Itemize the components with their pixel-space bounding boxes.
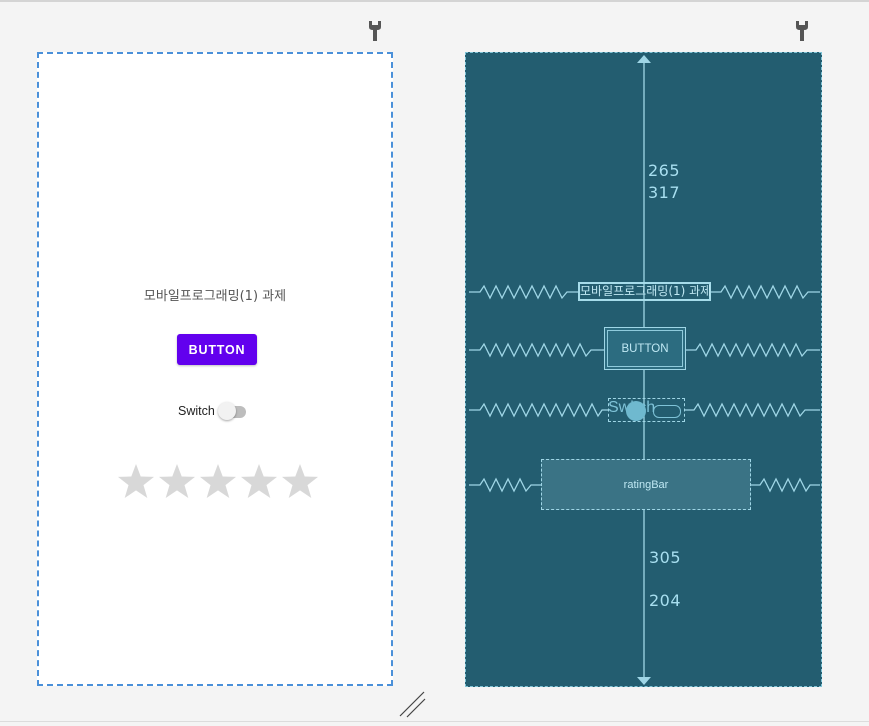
primary-button[interactable]: BUTTON (177, 334, 257, 365)
constraint-lines (469, 55, 820, 685)
wrench-icon[interactable] (367, 20, 383, 42)
blueprint-button-label: BUTTON (607, 330, 683, 367)
top-divider (0, 0, 869, 2)
rating-bar[interactable] (116, 462, 321, 502)
star-icon (241, 464, 277, 498)
star-icon (200, 464, 236, 498)
blueprint-switch-track (653, 405, 681, 418)
margin-bottom-label: 305 (649, 548, 682, 567)
switch-toggle[interactable] (218, 402, 246, 422)
blueprint-switch-thumb (626, 401, 646, 421)
blueprint-text-view[interactable]: 모바일프로그래밍(1) 과제 (578, 282, 711, 301)
resize-handle-icon[interactable] (398, 690, 426, 718)
blueprint-rating-bar[interactable]: ratingBar (541, 459, 751, 510)
star-icon (282, 464, 318, 498)
margin-bottom-label: 204 (649, 591, 682, 610)
switch-label: Switch (178, 404, 215, 418)
star-icon (118, 464, 154, 498)
bottom-divider (0, 721, 869, 722)
text-view[interactable]: 모바일프로그래밍(1) 과제 (39, 285, 391, 304)
wrench-icon[interactable] (794, 20, 810, 42)
arrow-down-icon (637, 677, 651, 685)
star-icon (159, 464, 195, 498)
blueprint-button[interactable]: BUTTON (604, 327, 686, 370)
blueprint-switch[interactable]: Switch (608, 398, 685, 422)
arrow-up-icon (637, 55, 651, 63)
blueprint-surface[interactable]: 265 317 305 204 모바일프로그래밍(1) 과제 BUTTON Sw… (465, 52, 822, 687)
design-surface[interactable]: 모바일프로그래밍(1) 과제 BUTTON Switch (37, 52, 393, 686)
switch-thumb (218, 402, 236, 420)
margin-top-label: 265 (648, 161, 681, 180)
margin-top-label: 317 (648, 183, 681, 202)
